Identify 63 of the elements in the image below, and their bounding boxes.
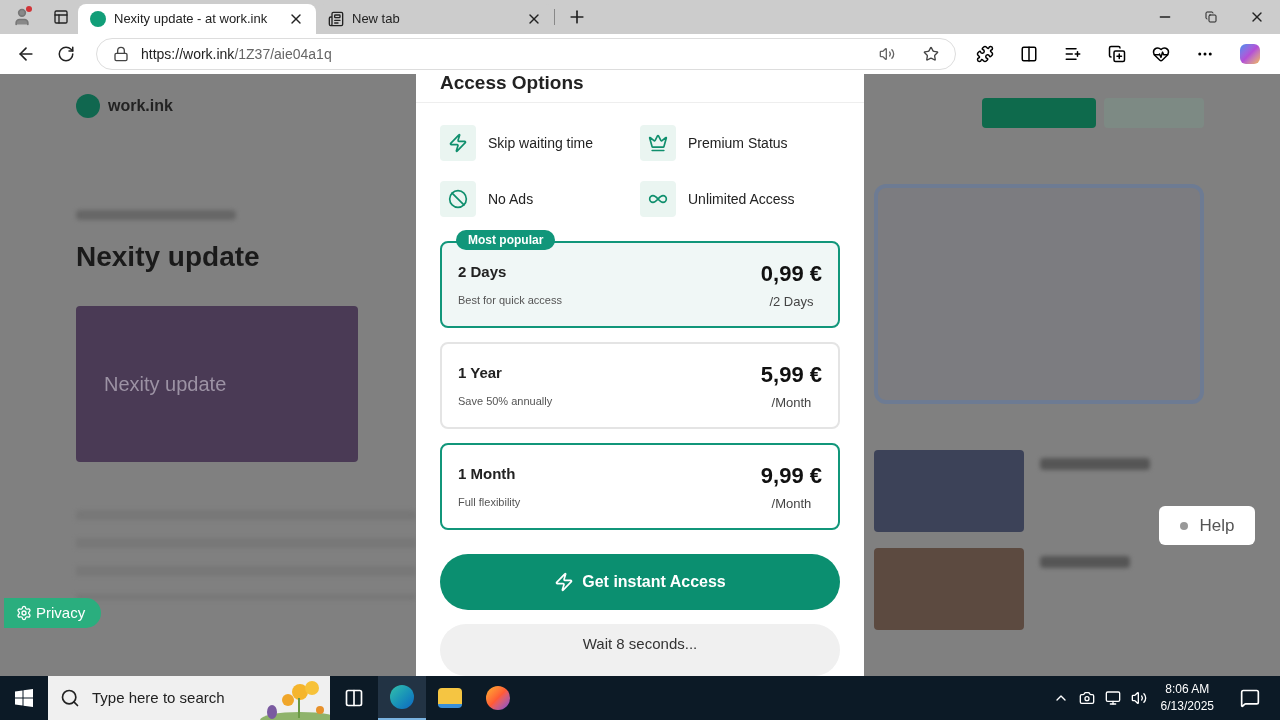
firefox-icon[interactable] [486, 686, 510, 710]
wait-button[interactable]: Wait 8 seconds... [440, 624, 840, 676]
tab-actions-icon[interactable] [53, 9, 69, 25]
collections-icon[interactable] [1108, 45, 1126, 63]
bolt-icon [440, 125, 476, 161]
favorites-icon[interactable] [1064, 45, 1082, 63]
network-icon[interactable] [1104, 690, 1121, 706]
dialog-title: Access Options [440, 74, 584, 92]
plan-period: /Month [771, 394, 812, 413]
browser-essentials-icon[interactable] [1152, 45, 1170, 63]
article-title: Nexity update [76, 240, 261, 274]
infinity-icon [640, 181, 676, 217]
logo-text: work.ink [108, 96, 173, 116]
feature-label: Skip waiting time [488, 133, 594, 153]
settings-icon [16, 605, 32, 621]
site-logo-icon [90, 11, 106, 27]
plan-price: 9,99 € [760, 462, 822, 491]
plan-period: /Month [771, 495, 812, 514]
camera-icon[interactable] [1078, 690, 1095, 706]
profile-icon[interactable] [12, 7, 32, 27]
plan-price: 5,99 € [760, 361, 822, 390]
search-icon [60, 688, 80, 708]
feature-label: Premium Status [688, 133, 788, 153]
taskbar-search-field[interactable]: Type here to search [48, 676, 330, 720]
volume-icon[interactable] [1130, 690, 1147, 706]
extensions-icon[interactable] [976, 45, 994, 63]
feature-label: Unlimited Access [688, 189, 795, 209]
new-tab-icon [328, 11, 344, 27]
feature-label: No Ads [488, 189, 534, 209]
bolt-icon [554, 572, 575, 592]
plan-period: /2 Days [769, 293, 814, 312]
read-aloud-icon[interactable] [879, 46, 895, 62]
notifications-icon[interactable] [1240, 688, 1260, 708]
copilot-icon[interactable] [1240, 44, 1260, 64]
clock-date[interactable]: 6/13/2025 [1160, 698, 1214, 715]
ban-icon [440, 181, 476, 217]
plan-card[interactable]: 1 Year Save 50% annually 5,99 € /Month [440, 342, 840, 429]
get-access-button[interactable]: Get instant Access [440, 554, 840, 610]
plan-note: Full flexibility [458, 494, 521, 510]
tab-title: New tab [352, 10, 401, 29]
plan-name: 1 Year [458, 363, 503, 383]
clock-time[interactable]: 8:06 AM [1165, 681, 1210, 698]
plan-price: 0,99 € [760, 260, 822, 289]
plan-note: Save 50% annually [458, 393, 553, 409]
tab-title: Nexity update - at work.ink [114, 10, 269, 29]
thumbnail-title: Nexity update [104, 372, 227, 397]
split-screen-icon[interactable] [1020, 45, 1038, 63]
crown-icon [640, 125, 676, 161]
browser-tab[interactable]: Nexity update - at work.ink [78, 4, 316, 34]
plan-note: Best for quick access [458, 292, 562, 308]
plan-name: 2 Days [458, 262, 508, 282]
start-icon[interactable] [15, 689, 33, 707]
plan-card[interactable]: 1 Month Full flexibility 9,99 € /Month [440, 443, 840, 530]
plan-name: 1 Month [458, 464, 517, 484]
lock-icon [113, 46, 129, 62]
logo-icon [76, 94, 100, 118]
url-text: https://work.ink/1Z37/aie04a1q [141, 44, 333, 64]
help-button[interactable]: Help [1159, 506, 1255, 545]
folder-icon[interactable] [438, 688, 462, 708]
edge-taskbar-icon[interactable] [378, 676, 426, 720]
search-placeholder: Type here to search [92, 687, 225, 708]
popular-badge: Most popular [456, 230, 556, 250]
favorite-icon[interactable] [923, 46, 939, 62]
